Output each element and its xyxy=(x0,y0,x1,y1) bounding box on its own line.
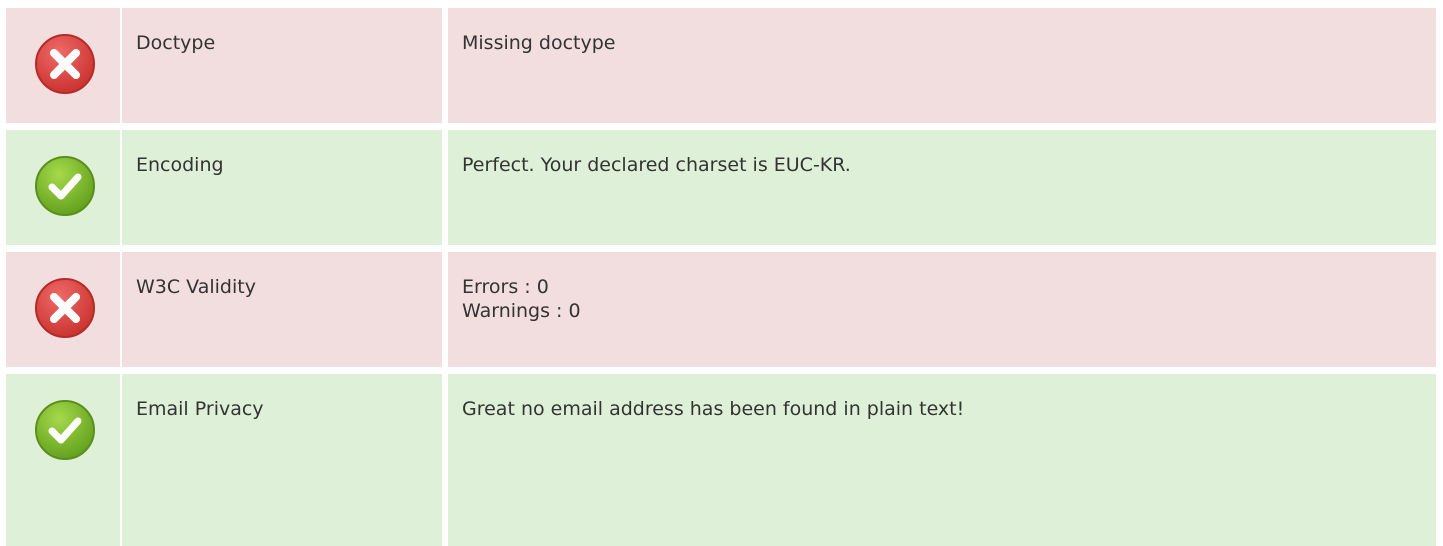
row-label-cell: Email Privacy xyxy=(122,374,442,546)
row-value-line: Great no email address has been found in… xyxy=(462,398,965,420)
error-x-icon xyxy=(35,278,95,338)
success-check-icon xyxy=(35,400,95,460)
warnings-count: Warnings : 0 xyxy=(462,300,581,322)
error-x-icon xyxy=(35,34,95,94)
row-value-cell: Errors : 0 Warnings : 0 xyxy=(448,252,1436,367)
report-row-doctype: Doctype Missing doctype xyxy=(0,8,1443,123)
report-row-email-privacy: Email Privacy Great no email address has… xyxy=(0,374,1443,546)
status-cell xyxy=(6,8,120,123)
status-cell xyxy=(6,130,120,245)
report-row-w3c-validity: W3C Validity Errors : 0 Warnings : 0 xyxy=(0,252,1443,367)
status-cell xyxy=(6,374,120,546)
status-cell xyxy=(6,252,120,367)
row-value-line: Missing doctype xyxy=(462,32,616,54)
row-value-cell: Perfect. Your declared charset is EUC-KR… xyxy=(448,130,1436,245)
success-check-icon xyxy=(35,156,95,216)
report-row-encoding: Encoding Perfect. Your declared charset … xyxy=(0,130,1443,245)
report-table: Doctype Missing doctype Encoding Perfect… xyxy=(0,0,1443,546)
row-label-cell: Encoding xyxy=(122,130,442,245)
errors-count: Errors : 0 xyxy=(462,276,549,298)
row-label-cell: Doctype xyxy=(122,8,442,123)
row-label: Encoding xyxy=(136,154,224,176)
row-value-line: Perfect. Your declared charset is EUC-KR… xyxy=(462,154,851,176)
row-label: W3C Validity xyxy=(136,276,256,298)
row-label: Doctype xyxy=(136,32,216,54)
row-value-cell: Great no email address has been found in… xyxy=(448,374,1436,546)
row-label-cell: W3C Validity xyxy=(122,252,442,367)
row-value-cell: Missing doctype xyxy=(448,8,1436,123)
row-label: Email Privacy xyxy=(136,398,264,420)
